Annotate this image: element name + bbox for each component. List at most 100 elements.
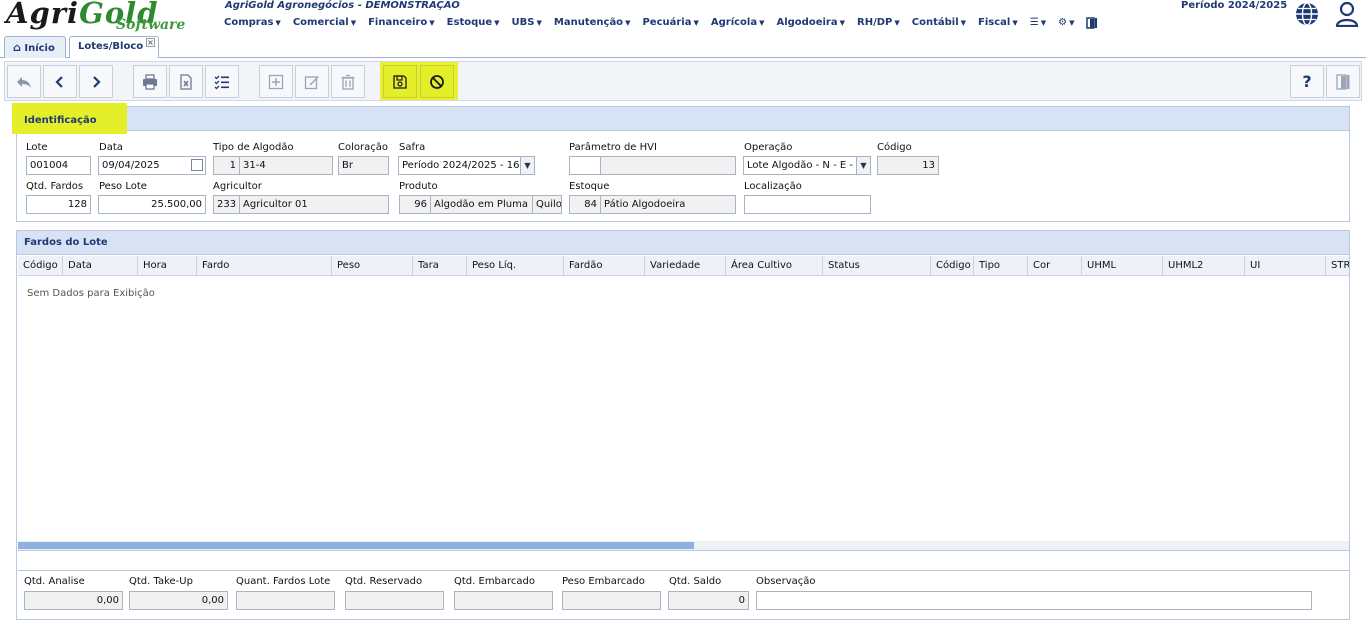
data-field[interactable]: 09/04/2025 [98,156,206,175]
localizacao-field[interactable] [744,195,871,214]
observacao-label: Observação [756,576,816,587]
help-button[interactable]: ? [1290,65,1324,98]
column-header-cor[interactable]: Cor [1027,256,1081,276]
agrigold-logo[interactable]: AgriGold Software [4,0,216,36]
qtd-saldo-field: 0 [668,591,749,610]
next-button[interactable] [79,65,113,98]
qtd-analise-field: 0,00 [24,591,123,610]
menu-contabil[interactable]: Contábil ▼ [912,17,966,31]
lote-label: Lote [26,142,48,153]
app-header: AgriGold Software AgriGold Agronegócios … [0,0,1366,36]
safra-select[interactable]: Período 2024/2025 - 16 ▼ [398,156,535,175]
column-header-codigo-2[interactable]: Código [930,256,973,276]
user-icon[interactable] [1335,1,1359,27]
estoque-label: Estoque [569,181,610,192]
horizontal-scrollbar[interactable] [18,541,1349,550]
column-header-status[interactable]: Status [822,256,930,276]
column-header-str[interactable]: STR [1325,256,1349,276]
qtd-embarcado-label: Qtd. Embarcado [454,576,536,587]
tipo-algodao-desc: 31-4 [239,156,333,175]
tipo-algodao-code[interactable]: 1 [213,156,240,175]
qtd-fardos-field[interactable]: 128 [26,195,91,214]
agricultor-code[interactable]: 233 [213,195,240,214]
checklist-button[interactable] [205,65,239,98]
trash-icon [341,74,355,90]
qtd-fardos-label: Qtd. Fardos [26,181,84,192]
column-header-peso-liq[interactable]: Peso Líq. [466,256,563,276]
menu-agricola[interactable]: Agrícola ▼ [711,17,765,31]
exit-door-icon [1336,73,1350,90]
menu-pecuaria[interactable]: Pecuária ▼ [642,17,698,31]
calendar-icon[interactable] [191,159,203,171]
export-excel-button[interactable] [169,65,203,98]
column-header-tipo[interactable]: Tipo [973,256,1027,276]
peso-lote-field[interactable]: 25.500,00 [98,195,206,214]
estoque-name: Pátio Algodoeira [600,195,736,214]
column-header-tara[interactable]: Tara [412,256,466,276]
column-header-uhml[interactable]: UHML [1081,256,1162,276]
lote-field[interactable]: 001004 [26,156,91,175]
excel-file-icon [180,73,192,90]
column-header-fardo[interactable]: Fardo [196,256,331,276]
column-header-variedade[interactable]: Variedade [644,256,725,276]
estoque-code[interactable]: 84 [569,195,601,214]
produto-code[interactable]: 96 [399,195,431,214]
tab-inicio[interactable]: ⌂ Início [4,36,66,58]
column-header-peso[interactable]: Peso [331,256,412,276]
grid-footer-row [18,550,1349,571]
tipo-algodao-label: Tipo de Algodão [213,142,294,153]
menu-compras[interactable]: Compras ▼ [224,17,281,31]
edit-button[interactable] [295,65,329,98]
add-button[interactable] [259,65,293,98]
close-tab-icon[interactable]: × [146,38,155,47]
column-header-codigo[interactable]: Código [18,256,62,276]
menu-ubs[interactable]: UBS ▼ [512,17,542,31]
reply-icon [17,76,31,88]
fardos-title: Fardos do Lote [17,231,1349,255]
data-label: Data [99,142,123,153]
chevron-down-icon[interactable]: ▼ [520,157,534,174]
menu-manutencao[interactable]: Manutenção ▼ [554,17,631,31]
hvi-code[interactable] [569,156,601,175]
company-name: AgriGold Agronegócios - DEMONSTRAÇÃO [225,0,460,11]
operacao-select[interactable]: Lote Algodão - N - E - 5 ▼ [743,156,871,175]
identificacao-title: Identificação [24,115,97,126]
column-header-ui[interactable]: UI [1244,256,1325,276]
delete-button[interactable] [331,65,365,98]
qtd-reservado-label: Qtd. Reservado [345,576,423,587]
qtd-takeup-label: Qtd. Take-Up [129,576,193,587]
question-mark-icon: ? [1302,72,1312,91]
chevron-down-icon[interactable]: ▼ [856,157,870,174]
column-header-fardao[interactable]: Fardão [563,256,644,276]
print-button[interactable] [133,65,167,98]
globe-icon[interactable] [1294,1,1320,27]
menu-financeiro[interactable]: Financeiro ▼ [368,17,435,31]
hamburger-menu-icon[interactable]: ☰ ▼ [1030,17,1046,31]
exit-button[interactable] [1326,65,1360,98]
undo-button[interactable] [7,65,41,98]
column-header-data[interactable]: Data [62,256,137,276]
tab-lotes-bloco[interactable]: Lotes/Bloco × [69,36,159,58]
menu-fiscal[interactable]: Fiscal ▼ [978,17,1018,31]
scrollbar-thumb[interactable] [18,542,694,549]
menu-rhdp[interactable]: RH/DP ▼ [857,17,900,31]
peso-lote-label: Peso Lote [99,181,147,192]
menu-comercial[interactable]: Comercial ▼ [293,17,356,31]
menu-algodoeira[interactable]: Algodoeira ▼ [776,17,845,31]
floppy-disk-icon [393,74,407,89]
save-button[interactable] [383,65,417,98]
produto-name: Algodão em Pluma [430,195,533,214]
previous-button[interactable] [43,65,77,98]
plus-square-icon [268,74,284,89]
period-label[interactable]: Período 2024/2025 [1181,0,1287,11]
column-header-area-cultivo[interactable]: Área Cultivo [725,256,822,276]
column-header-hora[interactable]: Hora [137,256,196,276]
settings-menu-icon[interactable]: ⚙ ▼ [1058,17,1074,31]
column-header-uhml2[interactable]: UHML2 [1162,256,1244,276]
coloracao-field[interactable]: Br [338,156,389,175]
exit-door-icon[interactable] [1086,17,1098,31]
observacao-field[interactable] [756,591,1312,610]
cancel-button[interactable] [420,65,454,98]
qtd-reservado-field [345,591,444,610]
menu-estoque[interactable]: Estoque ▼ [447,17,500,31]
